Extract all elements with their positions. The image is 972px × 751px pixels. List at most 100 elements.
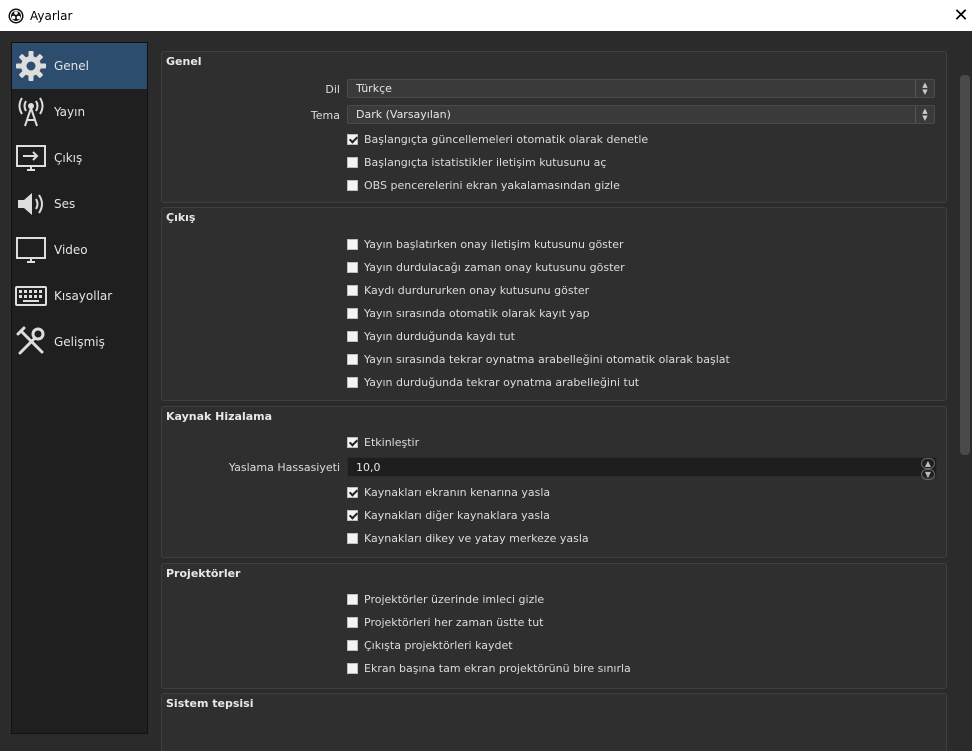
- checkbox-keep-replay[interactable]: Yayın durduğunda tekrar oynatma arabelle…: [347, 374, 639, 390]
- checkbox-always-on-top[interactable]: Projektörleri her zaman üstte tut: [347, 614, 544, 630]
- checkbox-box[interactable]: [347, 509, 358, 521]
- checkbox-auto-replay[interactable]: Yayın sırasında tekrar oynatma arabelleğ…: [347, 351, 730, 367]
- sensitivity-value: 10,0: [356, 460, 381, 474]
- checkbox-box[interactable]: [347, 436, 358, 448]
- sidebar-item-output[interactable]: Çıkış: [12, 135, 147, 181]
- checkbox-box[interactable]: [347, 330, 358, 342]
- checkbox-label: Başlangıçta güncellemeleri otomatik olar…: [364, 132, 649, 146]
- checkbox-box[interactable]: [347, 238, 358, 250]
- sidebar-item-stream[interactable]: Yayın: [12, 89, 147, 135]
- settings-content: Genel Dil Türkçe ▲ ▼ Tema Dark (Varsayıla…: [161, 51, 947, 751]
- sensitivity-spinbox[interactable]: 10,0 ▲ ▼: [347, 457, 937, 480]
- checkbox-box[interactable]: [347, 532, 358, 544]
- sidebar-item-audio[interactable]: Ses: [12, 181, 147, 227]
- checkbox-hide-capture[interactable]: OBS pencerelerini ekran yakalamasından g…: [347, 177, 620, 193]
- checkbox-snap-sources[interactable]: Kaynakları diğer kaynaklara yasla: [347, 507, 550, 523]
- language-select[interactable]: Türkçe ▲ ▼: [347, 79, 935, 98]
- checkbox-label: Kaydı durdururken onay kutusunu göster: [364, 283, 590, 297]
- checkbox-box[interactable]: [347, 133, 358, 145]
- checkbox-label: Yayın sırasında otomatik olarak kayıt ya…: [364, 306, 590, 320]
- checkbox-save-projectors[interactable]: Çıkışta projektörleri kaydet: [347, 637, 513, 653]
- sidebar-item-advanced[interactable]: Gelişmiş: [12, 319, 147, 365]
- group-title: Kaynak Hizalama: [166, 410, 273, 423]
- theme-label: Tema: [310, 109, 340, 122]
- sidebar-item-label: Kısayollar: [54, 289, 113, 303]
- checkbox-hide-cursor[interactable]: Projektörler üzerinde imleci gizle: [347, 591, 544, 607]
- sidebar-item-video[interactable]: Video: [12, 227, 147, 273]
- checkbox-auto-record[interactable]: Yayın sırasında otomatik olarak kayıt ya…: [347, 305, 590, 321]
- checkbox-label: Yayın durduğunda tekrar oynatma arabelle…: [364, 375, 640, 389]
- vertical-scrollbar[interactable]: [960, 75, 970, 455]
- chevron-updown-icon: ▲ ▼: [915, 106, 934, 123]
- checkbox-limit-fullscreen[interactable]: Ekran başına tam ekran projektörünü bire…: [347, 660, 631, 676]
- language-label: Dil: [325, 83, 340, 96]
- obs-logo-icon: [8, 8, 24, 23]
- sidebar-item-label: Video: [54, 243, 88, 257]
- broadcast-antenna-icon: [14, 95, 48, 129]
- checkbox-label: Kaynakları dikey ve yatay merkeze yasla: [364, 531, 589, 545]
- checkbox-snap-screen-edge[interactable]: Kaynakları ekranın kenarına yasla: [347, 484, 550, 500]
- general-group: Genel Dil Türkçe ▲ ▼ Tema Dark (Varsayıla…: [161, 51, 947, 203]
- checkbox-box[interactable]: [347, 156, 358, 168]
- checkbox-label: Yayın durduğunda kaydı tut: [364, 329, 515, 343]
- close-button[interactable]: ✕: [950, 0, 972, 31]
- title-bar: Ayarlar ✕: [0, 0, 972, 31]
- checkbox-auto-update[interactable]: Başlangıçta güncellemeleri otomatik olar…: [347, 131, 648, 147]
- sidebar-item-hotkeys[interactable]: Kısayollar: [12, 273, 147, 319]
- checkbox-label: Yayın durdulacağı zaman onay kutusunu gö…: [364, 260, 625, 274]
- checkbox-snap-center[interactable]: Kaynakları dikey ve yatay merkeze yasla: [347, 530, 589, 546]
- checkbox-label: Projektörleri her zaman üstte tut: [364, 615, 544, 629]
- checkbox-box[interactable]: [347, 179, 358, 191]
- checkbox-box[interactable]: [347, 284, 358, 296]
- keyboard-icon: [14, 279, 48, 313]
- checkbox-box[interactable]: [347, 616, 358, 628]
- speaker-icon: [14, 187, 48, 221]
- checkbox-box[interactable]: [347, 486, 358, 498]
- sidebar-item-label: Genel: [54, 59, 90, 73]
- checkbox-box[interactable]: [347, 261, 358, 273]
- sidebar: Genel Yayın Çıkış Ses Video Kısayollar G…: [11, 42, 148, 734]
- sidebar-item-label: Çıkış: [54, 151, 83, 165]
- checkbox-box[interactable]: [347, 353, 358, 365]
- checkbox-box[interactable]: [347, 593, 358, 605]
- output-group: Çıkış Yayın başlatırken onay iletişim ku…: [161, 207, 947, 401]
- sidebar-item-label: Yayın: [54, 105, 86, 119]
- checkbox-confirm-start[interactable]: Yayın başlatırken onay iletişim kutusunu…: [347, 236, 624, 252]
- close-icon: ✕: [953, 5, 969, 26]
- checkbox-box[interactable]: [347, 307, 358, 319]
- tray-group: Sistem tepsisi: [161, 693, 947, 751]
- checkbox-confirm-stop[interactable]: Yayın durdulacağı zaman onay kutusunu gö…: [347, 259, 625, 275]
- checkbox-label: Ekran başına tam ekran projektörünü bire…: [364, 661, 631, 675]
- projectors-group: Projektörler Projektörler üzerinde imlec…: [161, 563, 947, 689]
- snapping-group: Kaynak Hizalama Etkinleştir Yaslama Hass…: [161, 406, 947, 558]
- checkbox-label: Çıkışta projektörleri kaydet: [364, 638, 513, 652]
- chevron-updown-icon: ▲ ▼: [915, 80, 934, 97]
- sensitivity-label: Yaslama Hassasiyeti: [228, 461, 340, 474]
- chevron-down-icon[interactable]: ▼: [921, 469, 935, 480]
- checkbox-label: Kaynakları diğer kaynaklara yasla: [364, 508, 550, 522]
- group-title: Çıkış: [166, 211, 196, 224]
- group-title: Projektörler: [166, 567, 241, 580]
- checkbox-box[interactable]: [347, 662, 358, 674]
- checkbox-confirm-stop-record[interactable]: Kaydı durdururken onay kutusunu göster: [347, 282, 589, 298]
- sidebar-item-label: Ses: [54, 197, 76, 211]
- tools-icon: [14, 325, 48, 359]
- checkbox-label: Yayın başlatırken onay iletişim kutusunu…: [364, 237, 624, 251]
- checkbox-label: Başlangıçta istatistikler iletişim kutus…: [364, 155, 607, 169]
- checkbox-label: Kaynakları ekranın kenarına yasla: [364, 485, 551, 499]
- output-monitor-icon: [14, 141, 48, 175]
- checkbox-box[interactable]: [347, 376, 358, 388]
- window-title: Ayarlar: [30, 8, 73, 23]
- sidebar-item-general[interactable]: Genel: [12, 43, 147, 89]
- checkbox-keep-record[interactable]: Yayın durduğunda kaydı tut: [347, 328, 515, 344]
- group-title: Genel: [166, 55, 202, 68]
- theme-select[interactable]: Dark (Varsayılan) ▲ ▼: [347, 105, 935, 124]
- spin-buttons[interactable]: ▲ ▼: [920, 458, 936, 480]
- group-title: Sistem tepsisi: [166, 697, 254, 710]
- gear-icon: [14, 49, 48, 83]
- checkbox-stats-dialog[interactable]: Başlangıçta istatistikler iletişim kutus…: [347, 154, 606, 170]
- checkbox-snapping-enable[interactable]: Etkinleştir: [347, 434, 419, 450]
- checkbox-label: Projektörler üzerinde imleci gizle: [364, 592, 545, 606]
- checkbox-box[interactable]: [347, 639, 358, 651]
- chevron-up-icon[interactable]: ▲: [921, 458, 935, 469]
